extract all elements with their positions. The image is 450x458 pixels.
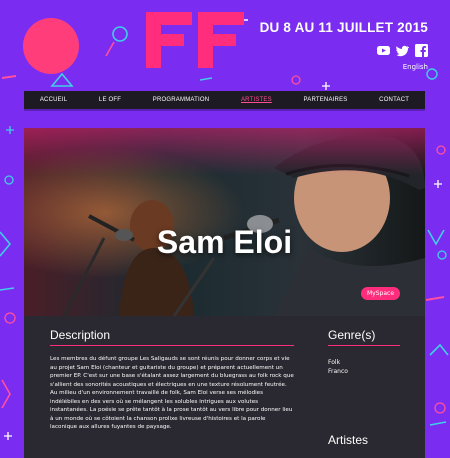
genre-item: Franco <box>328 368 348 375</box>
nav-item-contact[interactable]: CONTACT <box>379 97 409 103</box>
artist-card: Sam Eloi MySpace Description Les membres… <box>24 128 425 458</box>
nav-item-partenaires[interactable]: PARTENAIRES <box>303 97 347 103</box>
youtube-icon[interactable] <box>377 42 390 55</box>
festival-dates: DU 8 AU 11 JUILLET 2015 <box>259 20 428 35</box>
genres-heading: Genre(s) <box>328 328 376 342</box>
description-text: Les membres du défunt groupe Les Saligau… <box>50 356 294 430</box>
genres-divider <box>328 345 400 346</box>
social-links <box>260 42 428 57</box>
description-divider <box>50 345 294 346</box>
festival-logo[interactable] <box>146 12 246 68</box>
facebook-icon[interactable] <box>415 42 428 57</box>
twitter-icon[interactable] <box>396 42 410 57</box>
artist-name: Sam Eloi <box>156 224 293 260</box>
nav-item-le-off[interactable]: LE OFF <box>99 97 121 103</box>
language-switch[interactable]: English <box>260 63 428 71</box>
genre-list: Folk Franco <box>328 358 348 376</box>
nav-item-accueil[interactable]: ACCUEIL <box>40 97 67 103</box>
myspace-button[interactable]: MySpace <box>361 287 401 300</box>
nav-item-artistes[interactable]: ARTISTES <box>241 97 272 103</box>
main-navigation: ACCUEIL LE OFF PROGRAMMATION ARTISTES PA… <box>24 91 425 109</box>
description-heading: Description <box>50 328 111 342</box>
nav-item-programmation[interactable]: PROGRAMMATION <box>153 97 210 103</box>
header-info: DU 8 AU 11 JUILLET 2015 English <box>260 20 428 71</box>
artists-heading: Artistes <box>328 433 369 447</box>
genre-item: Folk <box>328 359 341 366</box>
